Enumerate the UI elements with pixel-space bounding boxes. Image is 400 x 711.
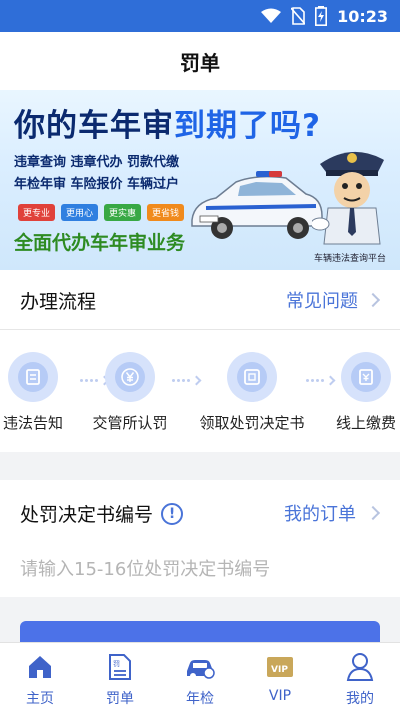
banner-services: 违章查询 违章代办 罚款代缴 年检年审 车险报价 车辆过户 xyxy=(14,152,179,196)
process-step-label: 交管所认罚 xyxy=(92,414,168,432)
tab-inspection[interactable]: 年检 xyxy=(160,643,240,711)
svg-text:罚: 罚 xyxy=(113,660,120,668)
process-step: 领取处罚决定书 xyxy=(199,352,305,433)
process-step: 交管所认罚 xyxy=(80,352,180,433)
process-steps: 违法告知 交管所认罚 领取处罚决定书 线上缴费 xyxy=(0,330,400,452)
promo-banner[interactable]: 你的车年审到期了吗? 违章查询 违章代办 罚款代缴 年检年审 车险报价 车辆过户… xyxy=(0,90,400,270)
home-icon xyxy=(23,650,57,684)
decision-number-card: 处罚决定书编号 ! 我的订单 xyxy=(0,480,400,597)
ticket-icon: 罚 xyxy=(103,650,137,684)
bottom-tab-bar: 主页 罚 罚单 年检 VIP VIP 我的 xyxy=(0,642,400,711)
process-step-label: 违法告知 xyxy=(2,414,63,432)
clock: 10:23 xyxy=(337,6,388,26)
chevron-right-icon xyxy=(365,505,381,521)
status-icons: 10:23 xyxy=(261,6,388,26)
banner-chip: 更专业 xyxy=(18,204,56,221)
yen-icon xyxy=(105,352,155,402)
process-step-label: 线上缴费 xyxy=(335,414,396,432)
wifi-icon xyxy=(261,8,282,23)
tab-label: 主页 xyxy=(26,691,54,707)
banner-headline: 你的车年审到期了吗? xyxy=(14,100,321,145)
arrow-icon xyxy=(172,375,202,386)
vip-icon: VIP xyxy=(263,650,297,684)
banner-services-line1: 违章查询 违章代办 罚款代缴 xyxy=(14,155,180,170)
document-icon xyxy=(8,352,58,402)
police-officer-illustration xyxy=(312,151,384,245)
title-bar: 罚单 xyxy=(0,32,400,90)
process-title: 办理流程 xyxy=(20,291,97,313)
process-step: 线上缴费 xyxy=(316,352,400,433)
process-step: 违法告知 xyxy=(0,352,83,433)
svg-text:VIP: VIP xyxy=(271,665,288,675)
tab-ticket[interactable]: 罚 罚单 xyxy=(80,643,160,711)
banner-brand: 车辆违法查询平台 xyxy=(313,254,386,264)
faq-link[interactable]: 常见问题 xyxy=(286,287,381,313)
my-orders-label: 我的订单 xyxy=(284,504,356,525)
info-icon[interactable]: ! xyxy=(161,502,184,525)
payment-icon xyxy=(341,352,391,402)
faq-label: 常见问题 xyxy=(286,291,358,312)
banner-chips: 更专业 更用心 更实惠 更省钱 xyxy=(18,204,185,221)
status-bar: 10:23 xyxy=(0,0,400,32)
banner-subtitle: 全面代办车年审业务 xyxy=(14,232,186,254)
tab-profile[interactable]: 我的 xyxy=(320,643,400,711)
chevron-right-icon xyxy=(365,292,381,308)
police-car-illustration xyxy=(191,171,323,239)
tab-home[interactable]: 主页 xyxy=(0,643,80,711)
tab-label: 我的 xyxy=(346,691,374,707)
process-step-label: 领取处罚决定书 xyxy=(199,414,305,432)
car-inspection-icon xyxy=(183,650,217,684)
banner-chip: 更省钱 xyxy=(147,204,185,221)
banner-chip: 更实惠 xyxy=(104,204,142,221)
banner-headline-part2: 到期了吗? xyxy=(174,108,321,144)
banner-chip: 更用心 xyxy=(61,204,99,221)
tab-label: 年检 xyxy=(186,691,214,707)
decision-number-input[interactable] xyxy=(20,554,380,584)
banner-services-line2: 年检年审 车险报价 车辆过户 xyxy=(14,177,180,192)
certificate-icon xyxy=(227,352,277,402)
tab-label: 罚单 xyxy=(106,691,134,707)
decision-number-label: 处罚决定书编号 ! xyxy=(20,500,184,527)
decision-number-title: 处罚决定书编号 xyxy=(20,504,154,526)
battery-charging-icon xyxy=(315,6,328,26)
my-orders-link[interactable]: 我的订单 xyxy=(284,500,381,526)
no-sim-icon xyxy=(291,7,306,25)
tab-label: VIP xyxy=(268,688,292,704)
tab-vip[interactable]: VIP VIP xyxy=(240,643,320,711)
page-title: 罚单 xyxy=(180,50,220,75)
banner-headline-part1: 你的车年审 xyxy=(14,108,174,144)
profile-icon xyxy=(343,650,377,684)
process-header: 办理流程 常见问题 xyxy=(0,270,400,330)
